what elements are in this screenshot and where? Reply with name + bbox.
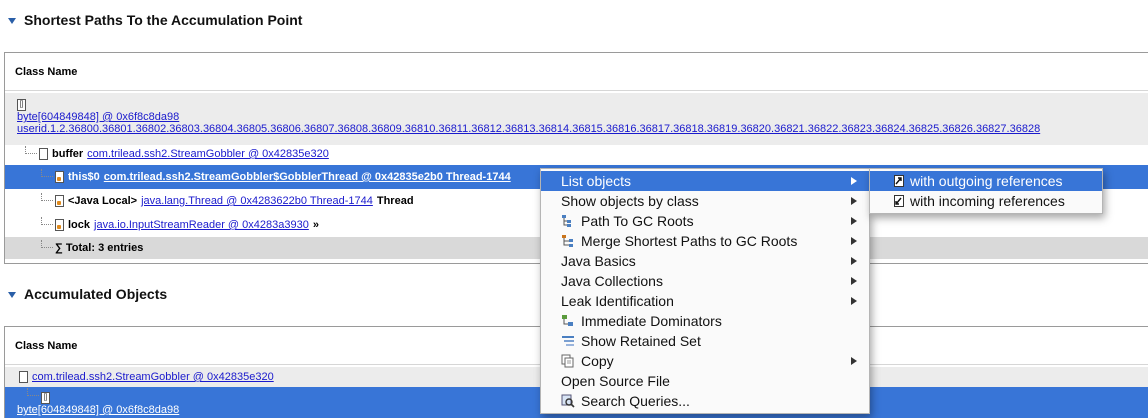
object-icon <box>39 148 48 160</box>
field-label: this$0 <box>68 171 100 183</box>
menu-item-leak-identification[interactable]: Leak Identification <box>541 291 869 311</box>
menu-item-label: Search Queries... <box>581 393 690 409</box>
section-title: Accumulated Objects <box>24 286 168 302</box>
root-object-detail[interactable]: userid.1.2.36800.36801.36802.36803.36804… <box>17 123 1040 135</box>
submenu-item-outgoing-references[interactable]: with outgoing references <box>870 171 1102 191</box>
table-row-root[interactable]: [] byte[604849848] @ 0x6f8c8da98 userid.… <box>5 93 1148 145</box>
section-header-shortest-paths[interactable]: Shortest Paths To the Accumulation Point <box>8 12 302 28</box>
menu-item-label: Immediate Dominators <box>581 313 722 329</box>
list-objects-submenu: with outgoing references with incoming r… <box>869 168 1103 214</box>
menu-item-merge-shortest-paths[interactable]: Merge Shortest Paths to GC Roots <box>541 231 869 251</box>
table-row[interactable]: buffer com.trilead.ssh2.StreamGobbler @ … <box>5 143 1148 165</box>
section-title: Shortest Paths To the Accumulation Point <box>24 12 303 28</box>
tree-connector <box>27 388 39 397</box>
column-header-class-name[interactable]: Class Name <box>5 53 1148 91</box>
menu-item-label: Path To GC Roots <box>581 213 694 229</box>
menu-item-label: Leak Identification <box>561 293 674 309</box>
submenu-arrow-icon <box>851 237 857 245</box>
menu-item-label: Copy <box>581 353 614 369</box>
dominator-icon <box>561 314 577 328</box>
object-link[interactable]: com.trilead.ssh2.StreamGobbler @ 0x42835… <box>87 148 329 160</box>
menu-item-java-basics[interactable]: Java Basics <box>541 251 869 271</box>
thread-object-icon <box>55 195 64 207</box>
submenu-arrow-icon <box>851 197 857 205</box>
thread-object-icon <box>55 171 64 183</box>
field-label: <Java Local> <box>68 195 138 207</box>
object-suffix: » <box>312 219 319 231</box>
submenu-item-incoming-references[interactable]: with incoming references <box>870 191 1102 211</box>
object-icon <box>55 219 64 231</box>
object-suffix: Thread <box>376 195 414 207</box>
submenu-arrow-icon <box>851 177 857 185</box>
array-icon: [] <box>17 99 26 111</box>
merge-icon <box>561 234 577 248</box>
object-link[interactable]: byte[604849848] @ 0x6f8c8da98 <box>17 404 179 416</box>
submenu-arrow-icon <box>851 357 857 365</box>
outgoing-references-icon <box>894 174 906 188</box>
submenu-arrow-icon <box>851 257 857 265</box>
copy-icon <box>561 354 577 368</box>
menu-item-show-retained-set[interactable]: Show Retained Set <box>541 331 869 351</box>
tree-connector <box>41 169 53 177</box>
menu-item-label: Java Collections <box>561 273 663 289</box>
menu-item-show-objects-by-class[interactable]: Show objects by class <box>541 191 869 211</box>
retained-icon <box>561 334 577 348</box>
menu-item-list-objects[interactable]: List objects <box>541 171 869 191</box>
menu-item-label: Show objects by class <box>561 193 699 209</box>
array-icon: [] <box>41 392 50 404</box>
incoming-references-icon <box>894 194 906 208</box>
menu-item-label: Open Source File <box>561 373 670 389</box>
path-icon <box>561 214 577 228</box>
menu-item-path-to-gc-roots[interactable]: Path To GC Roots <box>541 211 869 231</box>
root-object-link[interactable]: byte[604849848] @ 0x6f8c8da98 <box>17 111 179 123</box>
menu-item-label: Merge Shortest Paths to GC Roots <box>581 233 798 249</box>
submenu-item-label: with outgoing references <box>910 173 1063 189</box>
submenu-arrow-icon <box>851 297 857 305</box>
submenu-item-label: with incoming references <box>910 193 1065 209</box>
context-menu: List objects Show objects by class Path … <box>540 168 870 414</box>
menu-item-immediate-dominators[interactable]: Immediate Dominators <box>541 311 869 331</box>
field-label: buffer <box>52 148 84 160</box>
menu-item-copy[interactable]: Copy <box>541 351 869 371</box>
object-link[interactable]: java.io.InputStreamReader @ 0x4283a3930 <box>94 219 309 231</box>
section-header-accumulated-objects[interactable]: Accumulated Objects <box>8 286 167 302</box>
tree-connector <box>41 217 53 225</box>
menu-item-label: List objects <box>561 173 632 189</box>
submenu-arrow-icon <box>851 217 857 225</box>
search-icon <box>561 394 577 408</box>
field-label: lock <box>68 219 91 231</box>
menu-item-java-collections[interactable]: Java Collections <box>541 271 869 291</box>
menu-item-label: Java Basics <box>561 253 636 269</box>
collapse-twisty-icon[interactable] <box>8 292 16 298</box>
object-link[interactable]: com.trilead.ssh2.StreamGobbler$GobblerTh… <box>104 171 511 183</box>
menu-item-search-queries[interactable]: Search Queries... <box>541 391 869 411</box>
object-link[interactable]: java.lang.Thread @ 0x4283622b0 Thread-17… <box>141 195 373 207</box>
tree-connector <box>41 240 53 248</box>
tree-connector <box>25 146 37 154</box>
total-label: ∑ Total: 3 entries <box>55 242 144 254</box>
object-icon <box>19 371 28 383</box>
menu-item-label: Show Retained Set <box>581 333 701 349</box>
menu-item-open-source-file[interactable]: Open Source File <box>541 371 869 391</box>
collapse-twisty-icon[interactable] <box>8 18 16 24</box>
object-link[interactable]: com.trilead.ssh2.StreamGobbler @ 0x42835… <box>32 371 274 383</box>
tree-connector <box>41 193 53 201</box>
submenu-arrow-icon <box>851 277 857 285</box>
